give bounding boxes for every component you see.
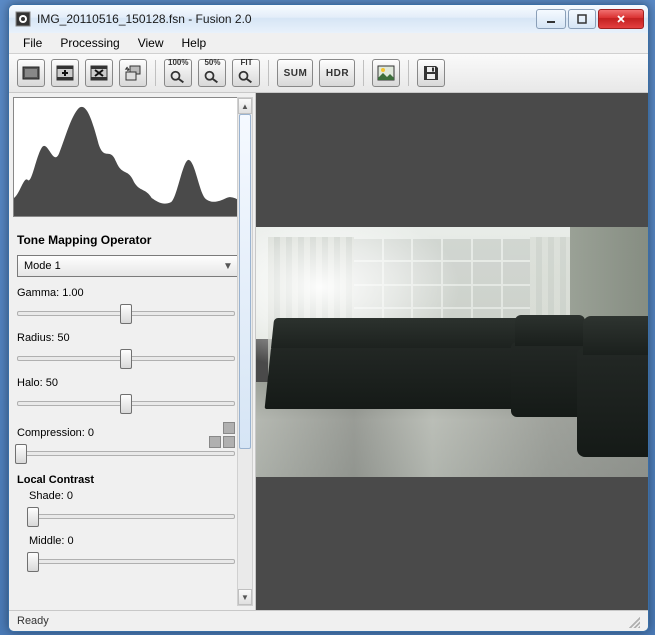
menu-view[interactable]: View [130,34,172,52]
mode-dropdown[interactable]: Mode 1 ▼ [17,255,239,277]
shade-label: Shade: 0 [29,490,235,502]
app-icon [15,11,31,27]
menu-bar: File Processing View Help [9,33,648,54]
halo-label: Halo: 50 [17,377,235,389]
scroll-up-button[interactable]: ▲ [238,98,252,114]
remove-frame-button[interactable] [85,59,113,87]
preview-image [256,227,648,477]
save-button[interactable] [417,59,445,87]
controls-panel: Tone Mapping Operator Mode 1 ▼ Gamma: 1.… [9,93,256,610]
toolbar-separator [408,60,409,86]
menu-help[interactable]: Help [174,34,215,52]
workspace: Tone Mapping Operator Mode 1 ▼ Gamma: 1.… [9,93,648,610]
status-bar: Ready [9,610,648,631]
toolbar-separator [363,60,364,86]
window-title: IMG_20110516_150128.fsn - Fusion 2.0 [37,12,536,26]
close-button[interactable] [598,9,644,29]
radius-label: Radius: 50 [17,332,235,344]
zoom-fit-button[interactable]: FIT [232,59,260,87]
panel-scrollbar[interactable]: ▲ ▼ [237,97,253,606]
zoom-100-button[interactable]: 100% [164,59,192,87]
app-window: IMG_20110516_150128.fsn - Fusion 2.0 Fil… [8,4,649,632]
title-bar[interactable]: IMG_20110516_150128.fsn - Fusion 2.0 [9,5,648,33]
menu-processing[interactable]: Processing [52,34,127,52]
maximize-button[interactable] [568,9,596,29]
image-viewer[interactable] [256,93,648,610]
resize-grip[interactable] [626,614,640,628]
gamma-slider[interactable] [17,302,235,322]
status-text: Ready [17,615,49,627]
tone-mapping-title: Tone Mapping Operator [17,233,235,247]
halo-slider[interactable] [17,392,235,412]
minimize-button[interactable] [536,9,566,29]
menu-file[interactable]: File [15,34,50,52]
compression-slider[interactable] [17,442,235,462]
compression-label: Compression: 0 [17,427,209,439]
middle-slider[interactable] [29,550,235,570]
toolbar-separator [268,60,269,86]
align-button[interactable] [119,59,147,87]
sum-button[interactable]: SUM [277,59,313,87]
middle-label: Middle: 0 [29,535,235,547]
picture-button[interactable] [372,59,400,87]
zoom-50-button[interactable]: 50% [198,59,226,87]
shade-slider[interactable] [29,505,235,525]
mode-dropdown-value: Mode 1 [24,260,61,272]
add-frame-button[interactable] [51,59,79,87]
frame-tool-button[interactable] [17,59,45,87]
toolbar: 100% 50% FIT SUM HDR [9,54,648,93]
hdr-button[interactable]: HDR [319,59,355,87]
scroll-down-button[interactable]: ▼ [238,589,252,605]
radius-slider[interactable] [17,347,235,367]
gamma-label: Gamma: 1.00 [17,287,235,299]
scroll-thumb[interactable] [239,114,251,449]
chevron-down-icon: ▼ [220,257,236,275]
local-contrast-title: Local Contrast [17,474,235,486]
toolbar-separator [155,60,156,86]
histogram [13,97,251,217]
